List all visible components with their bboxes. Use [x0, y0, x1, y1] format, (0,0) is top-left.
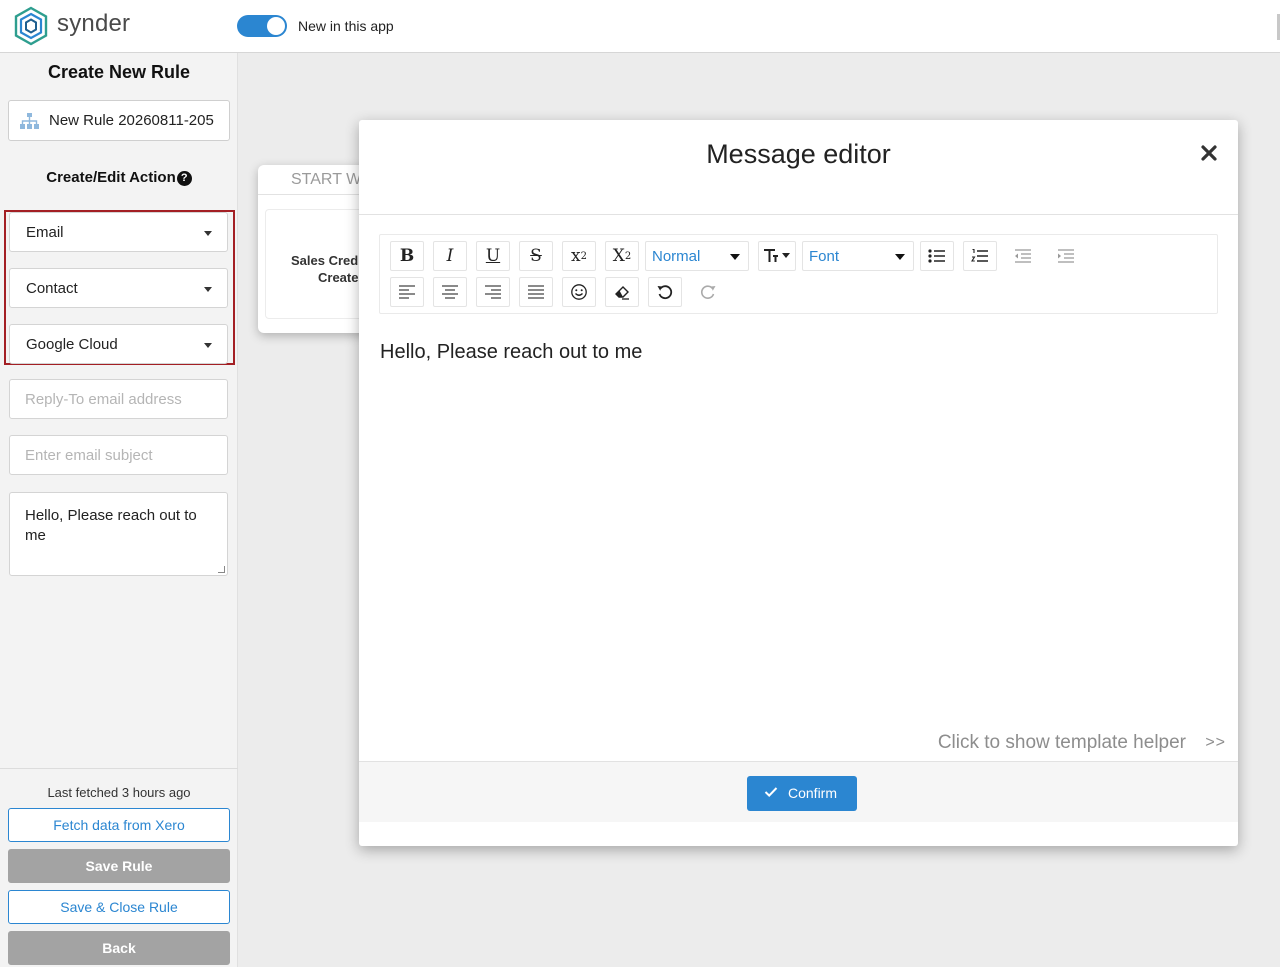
numbered-list-icon: [971, 248, 988, 262]
flow-node-label: Sales Credit: [291, 253, 367, 268]
reply-to-input[interactable]: [9, 379, 228, 419]
subscript-sub: 2: [624, 250, 632, 262]
font-family-value: Font: [809, 248, 840, 265]
clear-format-button[interactable]: [605, 277, 639, 307]
resize-handle-icon[interactable]: [218, 566, 225, 573]
toggle-label: New in this app: [298, 18, 394, 34]
align-right-button[interactable]: [476, 277, 510, 307]
fetch-data-button[interactable]: Fetch data from Xero: [8, 808, 230, 842]
contact-select[interactable]: Google Cloud: [9, 324, 228, 364]
sidebar-footer: Last fetched 3 hours ago Fetch data from…: [0, 768, 238, 967]
bullet-list-icon: [928, 249, 945, 263]
template-helper-arrow[interactable]: >>: [1205, 734, 1226, 752]
rule-name-value: New Rule 20260811-205: [49, 112, 214, 129]
flow-node-sublabel: Create: [318, 270, 359, 285]
template-helper-link[interactable]: Click to show template helper: [938, 732, 1186, 754]
caret-down-icon: [204, 231, 212, 236]
outdent-button[interactable]: [1006, 241, 1040, 271]
font-size-button[interactable]: [758, 241, 796, 271]
indent-icon: [1058, 249, 1074, 263]
underline-button[interactable]: U: [476, 241, 510, 271]
message-editor-modal: Message editor B I U S x2 X2 Normal Font: [359, 120, 1238, 846]
editor-toolbar: B I U S x2 X2 Normal Font: [379, 234, 1218, 314]
modal-footer: Confirm: [359, 761, 1238, 822]
numbered-list-button[interactable]: [963, 241, 997, 271]
text-size-icon: [764, 249, 790, 262]
align-justify-button[interactable]: [519, 277, 553, 307]
align-left-button[interactable]: [390, 277, 424, 307]
select-value: Contact: [26, 280, 78, 297]
align-justify-icon: [528, 285, 544, 299]
italic-button[interactable]: I: [433, 241, 467, 271]
email-subject-input[interactable]: [9, 435, 228, 475]
text-size-select[interactable]: Normal: [645, 241, 749, 271]
caret-down-icon: [895, 254, 905, 260]
emoji-button[interactable]: [562, 277, 596, 307]
synder-logo-icon: [14, 6, 48, 46]
caret-down-icon: [730, 254, 740, 260]
superscript-base: x: [571, 246, 581, 266]
strikethrough-button[interactable]: S: [519, 241, 553, 271]
subscript-button[interactable]: X2: [605, 241, 639, 271]
select-value: Email: [26, 224, 64, 241]
message-textarea[interactable]: Hello, Please reach out to me: [9, 492, 228, 576]
top-header: synder New in this app: [0, 0, 1280, 53]
check-icon: [764, 787, 778, 798]
hierarchy-icon: [20, 113, 39, 129]
help-icon[interactable]: ?: [176, 171, 192, 186]
save-close-rule-button[interactable]: Save & Close Rule: [8, 890, 230, 924]
redo-icon: [701, 285, 716, 299]
font-family-select[interactable]: Font: [802, 241, 914, 271]
bullet-list-button[interactable]: [920, 241, 954, 271]
eraser-icon: [615, 286, 629, 300]
action-title-text: Create/Edit Action: [46, 169, 176, 186]
flow-card-title: START W: [291, 171, 362, 188]
new-app-toggle[interactable]: [237, 15, 287, 37]
undo-icon: [657, 285, 673, 300]
subscript-base: X: [612, 246, 625, 266]
brand-name: synder: [57, 10, 131, 37]
select-value: Google Cloud: [26, 336, 118, 353]
align-center-button[interactable]: [433, 277, 467, 307]
confirm-label: Confirm: [788, 785, 838, 801]
redo-button[interactable]: [691, 277, 725, 307]
message-text: Hello, Please reach out to me: [25, 507, 197, 544]
back-button[interactable]: Back: [8, 931, 230, 965]
sidebar-title: Create New Rule: [47, 62, 191, 82]
save-rule-button[interactable]: Save Rule: [8, 849, 230, 883]
align-right-icon: [485, 285, 501, 299]
action-section-title: Create/Edit Action?: [0, 169, 238, 186]
last-fetched-text: Last fetched 3 hours ago: [47, 785, 191, 800]
bold-button[interactable]: B: [390, 241, 424, 271]
caret-down-icon: [204, 287, 212, 292]
superscript-exp: 2: [580, 250, 587, 262]
action-type-select[interactable]: Email: [9, 212, 228, 252]
align-left-icon: [399, 285, 415, 299]
indent-button[interactable]: [1049, 241, 1083, 271]
modal-divider: [359, 214, 1238, 215]
emoji-icon: [571, 284, 587, 300]
editor-content[interactable]: Hello, Please reach out to me: [380, 341, 642, 364]
toggle-knob: [267, 17, 285, 35]
rule-name-field[interactable]: New Rule 20260811-205: [8, 100, 230, 141]
align-center-icon: [442, 285, 458, 299]
close-icon[interactable]: [1200, 144, 1218, 162]
outdent-icon: [1015, 249, 1031, 263]
superscript-button[interactable]: x2: [562, 241, 596, 271]
caret-down-icon: [204, 343, 212, 348]
recipient-type-select[interactable]: Contact: [9, 268, 228, 308]
modal-title: Message editor: [706, 139, 891, 169]
undo-button[interactable]: [648, 277, 682, 307]
text-size-value: Normal: [652, 248, 701, 265]
confirm-button[interactable]: Confirm: [747, 776, 857, 811]
rule-sidebar: Create New Rule New Rule 20260811-205 Cr…: [0, 53, 238, 967]
